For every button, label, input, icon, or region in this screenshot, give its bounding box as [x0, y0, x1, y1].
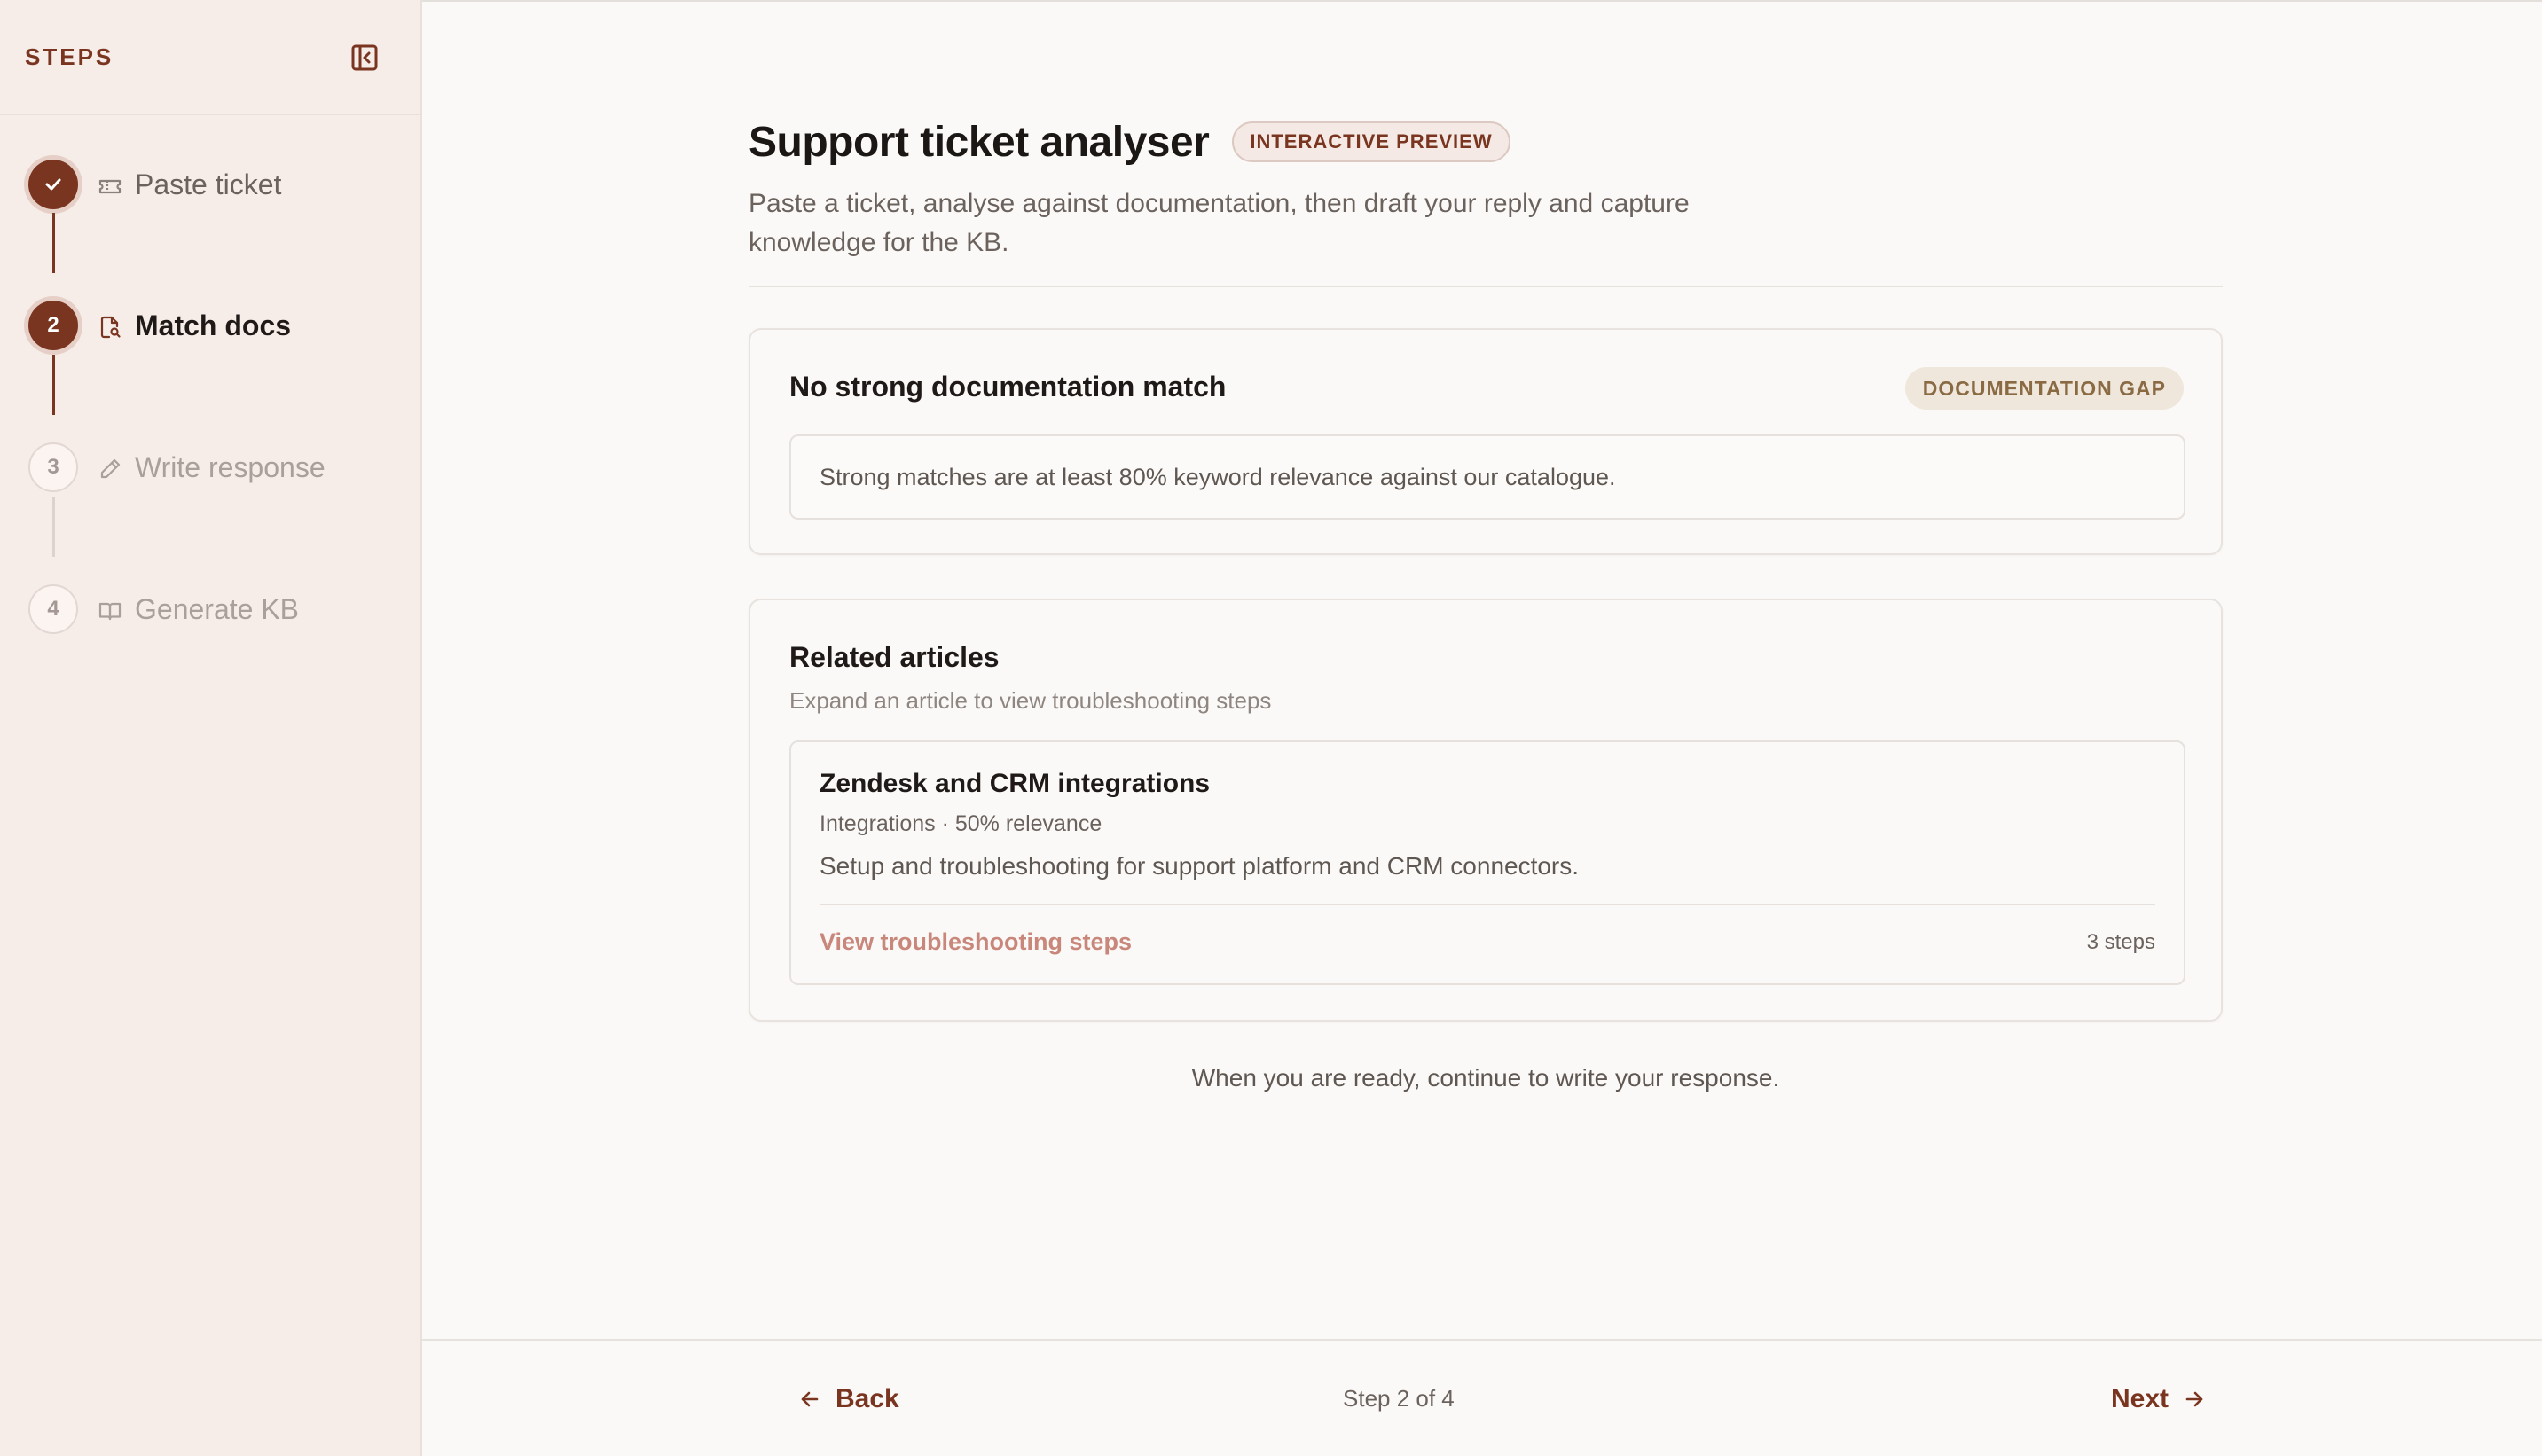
arrow-left-icon — [801, 1391, 819, 1407]
step-label-paste-ticket: Paste ticket — [135, 168, 282, 200]
sidebar-title: STEPS — [25, 43, 114, 70]
continue-note: When you are ready, continue to write yo… — [1191, 1064, 1780, 1092]
step-number: 3 — [28, 442, 78, 492]
file-search-icon — [100, 316, 121, 339]
sidebar-header: STEPS — [0, 0, 420, 115]
step-check-icon — [28, 160, 78, 209]
arrow-right-icon — [2185, 1391, 2203, 1407]
back-button[interactable]: Back — [777, 1374, 921, 1424]
step-label-generate-kb: Generate KB — [135, 593, 299, 625]
step-paste-ticket[interactable]: Paste ticket — [0, 153, 422, 215]
step-indicator: Step 2 of 4 — [1343, 1385, 1455, 1412]
page-title: Support ticket analyser — [749, 118, 1210, 166]
step-label-write-response: Write response — [135, 451, 326, 483]
step-label-match-docs: Match docs — [135, 309, 292, 341]
step-write-response[interactable]: 3 Write response — [0, 435, 422, 497]
step-generate-kb[interactable]: 4 Generate KB — [0, 577, 422, 639]
article-meta: Integrations · 50% relevance — [820, 811, 1102, 836]
article-step-count: 3 steps — [2086, 930, 2155, 954]
match-threshold-note: Strong matches are at least 80% keyword … — [789, 434, 2185, 520]
step-connector — [52, 497, 55, 557]
page-header: Support ticket analyser INTERACTIVE PREV… — [749, 115, 2223, 168]
next-button-label: Next — [2111, 1384, 2169, 1413]
wizard-footer: Back Step 2 of 4 Next — [422, 1339, 2542, 1456]
next-button[interactable]: Next — [2090, 1374, 2227, 1424]
step-number: 2 — [28, 301, 78, 350]
page-subtitle: Paste a ticket, analyse against document… — [749, 189, 1690, 257]
article-item[interactable]: Zendesk and CRM integrations Integration… — [789, 740, 2185, 985]
step-number: 4 — [28, 584, 78, 634]
step-connector — [52, 355, 55, 415]
book-icon — [98, 602, 122, 621]
article-title: Zendesk and CRM integrations — [820, 769, 1211, 798]
documentation-match-card: No strong documentation match DOCUMENTAT… — [749, 328, 2223, 555]
step-match-docs[interactable]: 2 Match docs — [0, 294, 422, 356]
collapse-sidebar-button[interactable] — [348, 42, 381, 74]
related-articles-title: Related articles — [789, 641, 1000, 673]
pencil-icon — [100, 458, 121, 479]
related-articles-subtitle: Expand an article to view troubleshootin… — [789, 687, 1272, 714]
view-troubleshooting-steps-link[interactable]: View troubleshooting steps — [820, 928, 1132, 956]
header-divider — [749, 286, 2223, 287]
article-description: Setup and troubleshooting for support pl… — [820, 852, 1580, 880]
step-connector — [52, 213, 55, 273]
main-content: Support ticket analyser INTERACTIVE PREV… — [749, 115, 2223, 287]
back-button-label: Back — [836, 1384, 899, 1413]
sidebar-collapse-icon — [351, 44, 378, 71]
steps-sidebar: STEPS Paste ticket 2 Match docs 3 Write … — [0, 0, 422, 1456]
top-border — [422, 0, 2542, 2]
documentation-gap-badge: DOCUMENTATION GAP — [1904, 367, 2184, 410]
related-articles-card: Related articles Expand an article to vi… — [749, 599, 2223, 1022]
match-card-title: No strong documentation match — [789, 371, 1227, 403]
interactive-preview-badge: INTERACTIVE PREVIEW — [1232, 121, 1510, 162]
article-divider — [820, 904, 2155, 905]
ticket-icon — [98, 179, 122, 194]
